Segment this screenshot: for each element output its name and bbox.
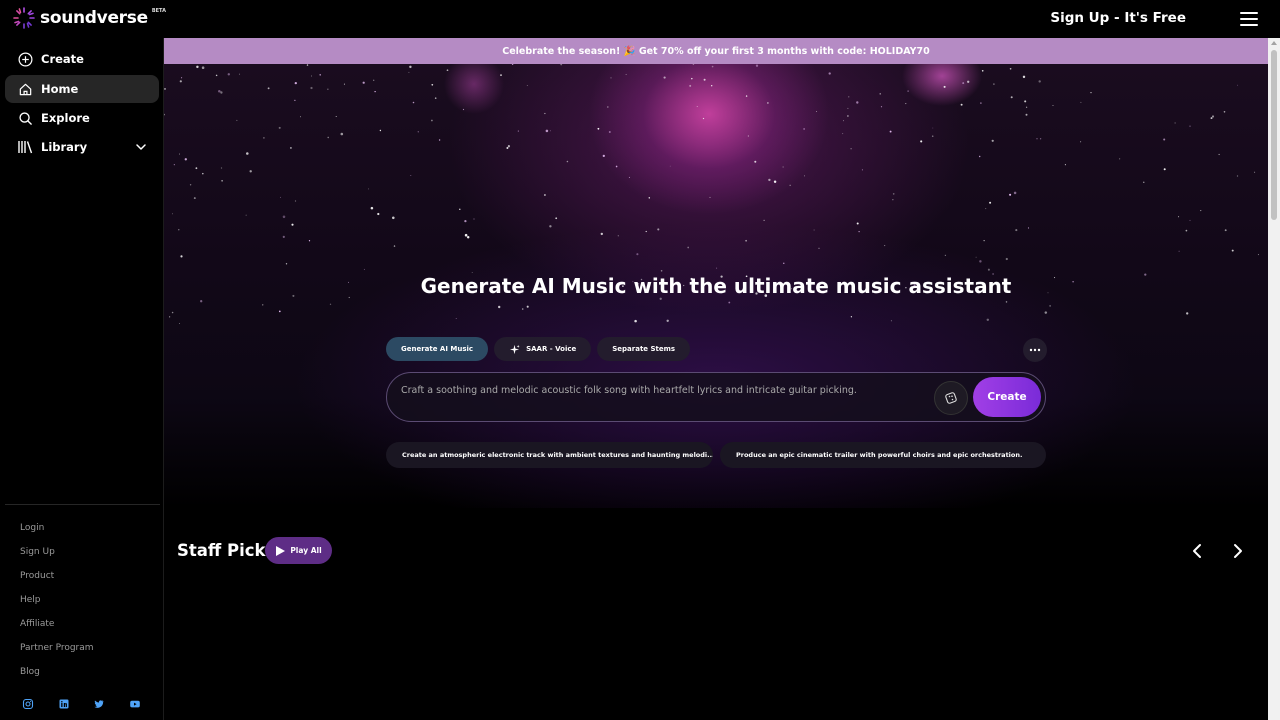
play-all-label: Play All (290, 546, 322, 555)
twitter-icon[interactable] (93, 698, 105, 710)
sidebar-item-explore[interactable]: Explore (5, 104, 159, 132)
ellipsis-icon (1029, 348, 1041, 352)
more-options-button[interactable] (1023, 338, 1047, 362)
footer-link-signup[interactable]: Sign Up (20, 547, 55, 557)
footer-link-affiliate[interactable]: Affiliate (20, 619, 54, 629)
scrollbar[interactable] (1268, 38, 1280, 720)
suggestion-chip[interactable]: Produce an epic cinematic trailer with p… (720, 442, 1046, 468)
tab-generate-ai-music[interactable]: Generate AI Music (386, 337, 489, 361)
sparkle-icon (509, 344, 520, 354)
play-all-button[interactable]: Play All (265, 537, 332, 564)
footer-link-partner-program[interactable]: Partner Program (20, 643, 94, 653)
tab-saar-voice[interactable]: SAAR - Voice (494, 337, 592, 361)
footer-link-blog[interactable]: Blog (20, 667, 40, 677)
tab-label: SAAR - Voice (526, 345, 577, 353)
scrollbar-thumb[interactable] (1271, 50, 1277, 220)
sidebar-item-label: Library (41, 140, 88, 154)
tab-separate-stems[interactable]: Separate Stems (597, 337, 691, 361)
plus-circle-icon (17, 51, 33, 67)
youtube-icon[interactable] (129, 698, 141, 710)
chevron-left-icon[interactable] (1188, 542, 1206, 560)
sidebar-divider (5, 504, 160, 505)
section-title: Staff Picks (177, 541, 276, 560)
instagram-icon[interactable] (22, 698, 34, 710)
library-icon (17, 139, 33, 155)
sidebar-item-create[interactable]: Create (5, 45, 159, 73)
signup-button[interactable]: Sign Up - It's Free (1050, 10, 1186, 26)
soundverse-logo-icon (13, 7, 35, 29)
hero-section: Generate AI Music with the ultimate musi… (164, 64, 1268, 508)
play-icon (276, 545, 286, 556)
top-bar: soundverse BETA Sign Up - It's Free (0, 0, 1280, 38)
main-content: Celebrate the season! 🎉 Get 70% off your… (164, 38, 1268, 720)
logo[interactable]: soundverse BETA (12, 6, 166, 30)
prompt-box: Create (386, 372, 1046, 422)
sidebar-item-library[interactable]: Library (5, 133, 159, 161)
suggestion-chip[interactable]: Create an atmospheric electronic track w… (386, 442, 713, 468)
create-button[interactable]: Create (973, 377, 1041, 417)
random-prompt-button[interactable] (934, 381, 968, 415)
hero-title: Generate AI Music with the ultimate musi… (420, 274, 1012, 298)
sidebar-item-label: Explore (41, 111, 90, 125)
sidebar-item-label: Home (41, 82, 79, 96)
promo-banner[interactable]: Celebrate the season! 🎉 Get 70% off your… (164, 38, 1268, 64)
tab-label: Separate Stems (612, 345, 676, 353)
chevron-right-icon[interactable] (1229, 542, 1247, 560)
beta-badge: BETA (151, 8, 166, 14)
mode-tabs: Generate AI Music SAAR - Voice Separate … (386, 337, 691, 361)
footer-link-login[interactable]: Login (20, 523, 44, 533)
home-icon (17, 81, 33, 97)
prompt-input[interactable] (401, 383, 921, 397)
app-root: soundverse BETA Sign Up - It's Free Crea… (0, 0, 1280, 720)
sidebar-item-label: Create (41, 52, 84, 66)
linkedin-icon[interactable] (58, 698, 70, 710)
brand-name: soundverse (40, 8, 148, 28)
sidebar: Create Home Explore Library Login Sign U… (0, 38, 164, 720)
dice-icon (945, 392, 957, 404)
chevron-down-icon[interactable] (135, 141, 147, 153)
menu-icon[interactable] (1240, 12, 1258, 26)
sidebar-item-home[interactable]: Home (5, 75, 159, 103)
footer-link-product[interactable]: Product (20, 571, 54, 581)
tab-label: Generate AI Music (401, 345, 474, 353)
search-icon (17, 110, 33, 126)
footer-link-help[interactable]: Help (20, 595, 41, 605)
scroll-up-arrow-icon[interactable] (1271, 41, 1277, 45)
